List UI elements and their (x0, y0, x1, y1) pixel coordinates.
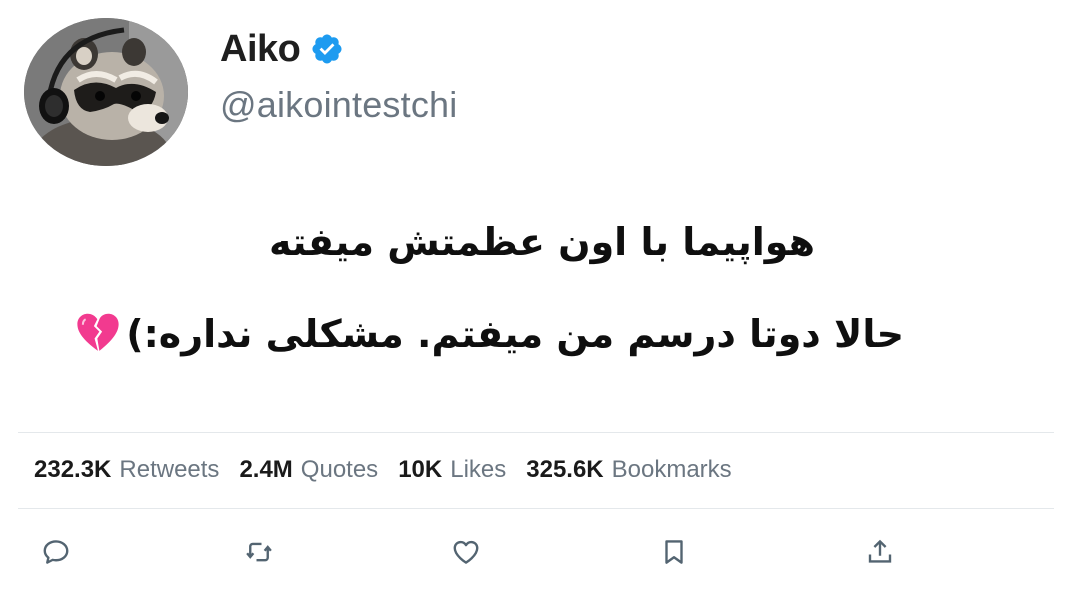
stat-retweets[interactable]: 232.3K Retweets (34, 456, 219, 484)
bookmark-button[interactable] (652, 530, 696, 574)
author-handle[interactable]: @aikointestchi (220, 84, 457, 126)
action-bar (0, 530, 1084, 574)
avatar[interactable] (24, 18, 188, 166)
like-icon (453, 540, 479, 564)
raccoon-avatar-icon (24, 18, 188, 166)
broken-heart-icon (77, 313, 119, 351)
tweet-card: Aiko @aikointestchi هواپیما با اون عظمتش… (0, 0, 1084, 600)
bookmarks-count: 325.6K (526, 456, 604, 483)
divider-top (18, 432, 1054, 433)
retweets-label: Retweets (119, 456, 220, 483)
stat-quotes[interactable]: 2.4M Quotes (239, 456, 378, 484)
verified-badge-icon (312, 34, 342, 64)
reply-icon (43, 540, 69, 564)
retweets-count: 232.3K (34, 456, 112, 483)
display-name[interactable]: Aiko (220, 28, 301, 71)
tweet-line-1: هواپیما با اون عظمتش میفته (269, 220, 815, 264)
retweet-button[interactable] (237, 530, 281, 574)
engagement-stats: 232.3K Retweets 2.4M Quotes 10K Likes 32… (34, 450, 732, 490)
quotes-label: Quotes (300, 456, 379, 483)
tweet-line-2-wrapper: حالا دوتا درسم من میفتم. مشکلی نداره:) (40, 288, 1044, 380)
reply-button[interactable] (34, 530, 78, 574)
retweet-icon (246, 542, 272, 562)
tweet-line-2: حالا دوتا درسم من میفتم. مشکلی نداره:) (126, 312, 904, 356)
stat-bookmarks[interactable]: 325.6K Bookmarks (526, 456, 731, 484)
author-name-row: Aiko (220, 24, 344, 74)
likes-count: 10K (398, 456, 443, 483)
likes-label: Likes (450, 456, 507, 483)
bookmark-icon (665, 540, 683, 564)
tweet-text: هواپیما با اون عظمتش میفته حالا دوتا درس… (40, 196, 1044, 380)
divider-bottom (18, 508, 1054, 509)
stat-likes[interactable]: 10K Likes (398, 456, 506, 484)
quotes-count: 2.4M (239, 456, 293, 483)
like-button[interactable] (444, 530, 488, 574)
share-button[interactable] (858, 530, 902, 574)
bookmarks-label: Bookmarks (611, 456, 732, 483)
share-icon (868, 539, 892, 563)
